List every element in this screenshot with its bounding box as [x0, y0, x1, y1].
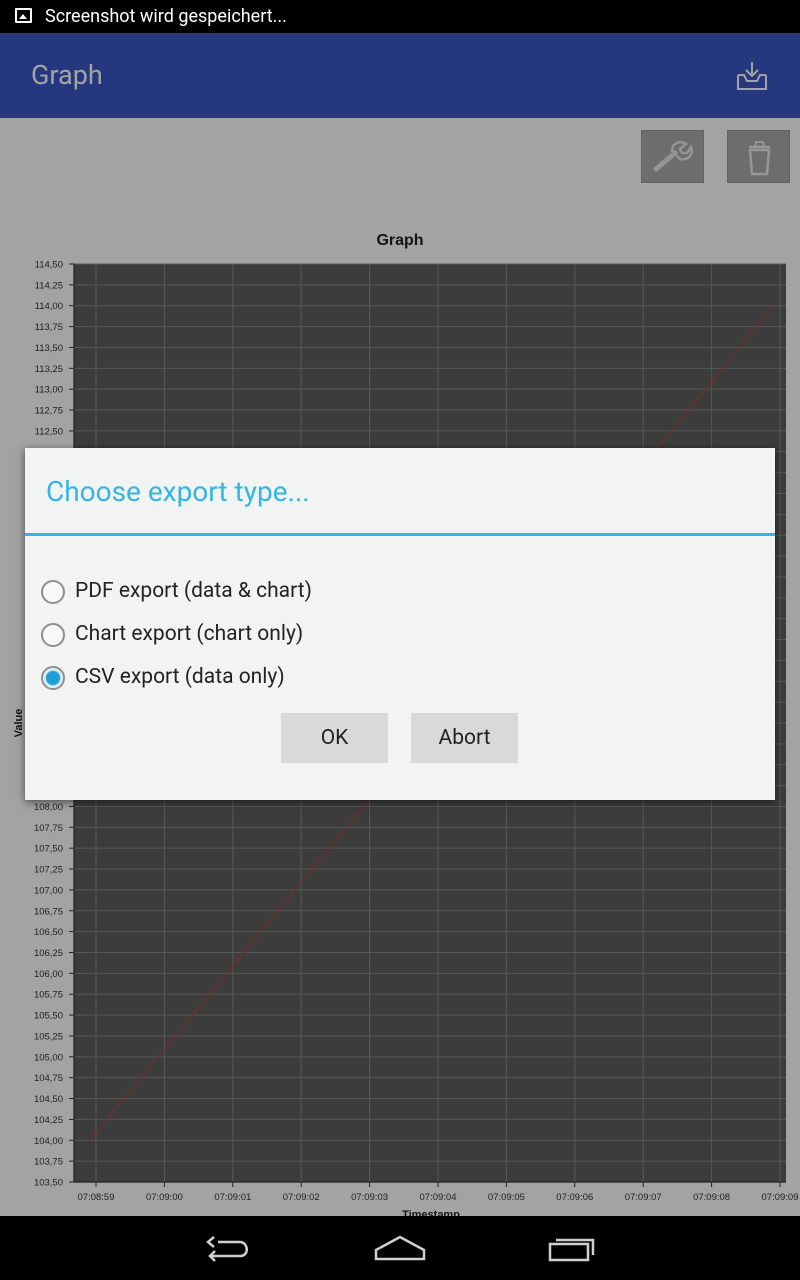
- option-label: Chart export (chart only): [75, 622, 304, 646]
- back-icon: [206, 1236, 248, 1262]
- option-label: CSV export (data only): [75, 665, 285, 689]
- home-icon: [374, 1235, 426, 1261]
- option-pdf-export[interactable]: PDF export (data & chart): [40, 574, 740, 610]
- radio-button[interactable]: [41, 580, 65, 604]
- option-label: PDF export (data & chart): [75, 579, 312, 603]
- export-type-dialog: Choose export type... PDF export (data &…: [25, 448, 775, 800]
- radio-button[interactable]: [41, 623, 65, 647]
- home-button[interactable]: [370, 1230, 430, 1266]
- recents-icon: [548, 1238, 595, 1262]
- status-text: Screenshot wird gespeichert...: [45, 6, 287, 27]
- option-csv-export[interactable]: CSV export (data only): [40, 660, 740, 696]
- radio-button-checked[interactable]: [41, 666, 65, 690]
- ok-button[interactable]: OK: [281, 713, 388, 763]
- back-button[interactable]: [200, 1230, 260, 1266]
- abort-button[interactable]: Abort: [411, 713, 518, 763]
- option-chart-export[interactable]: Chart export (chart only): [40, 617, 740, 653]
- image-icon: [15, 8, 32, 23]
- recents-button[interactable]: [541, 1230, 601, 1266]
- navigation-bar: [0, 1216, 800, 1280]
- dialog-title: Choose export type...: [46, 475, 310, 508]
- dialog-divider: [25, 533, 775, 536]
- status-bar: Screenshot wird gespeichert...: [0, 0, 800, 33]
